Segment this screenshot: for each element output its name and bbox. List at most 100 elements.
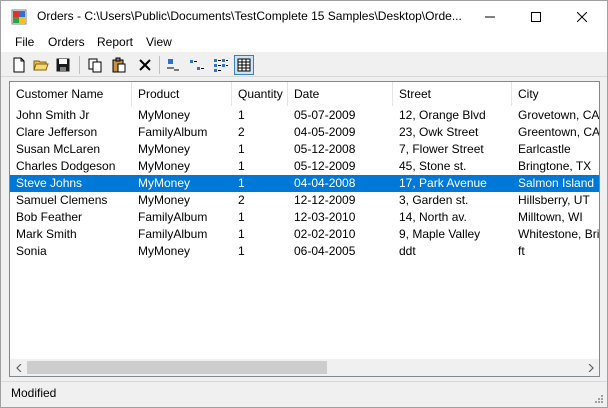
column-header-city[interactable]: City [512,82,599,106]
chevron-right-icon [588,363,594,372]
cell-city: Greentown, CA [518,125,600,139]
list-view-icon [214,59,228,72]
minimize-icon [485,16,495,17]
cell-quantity: 1 [238,210,245,224]
open-button[interactable] [31,55,51,75]
table-row[interactable]: Charles Dodgeson MyMoney 1 05-12-2009 45… [10,158,599,175]
details-view-icon [237,58,251,72]
cell-street: 9, Maple Valley [399,227,481,241]
cell-street: 3, Garden st. [399,193,469,207]
small-icons-button[interactable] [187,55,207,75]
orders-list[interactable]: Customer Name Product Quantity Date Stre… [9,81,600,377]
column-header-quantity[interactable]: Quantity [232,82,288,106]
cell-city: ft [518,244,525,258]
horizontal-scrollbar[interactable] [10,359,599,376]
close-button[interactable] [559,1,605,32]
table-row[interactable]: Susan McLaren MyMoney 1 05-12-2008 7, Fl… [10,141,599,158]
table-row-selected[interactable]: Steve Johns MyMoney 1 04-04-2008 17, Par… [10,175,599,192]
scroll-left-button[interactable] [10,359,27,376]
menu-view[interactable]: View [146,35,172,49]
cell-date: 12-12-2009 [294,193,356,207]
cell-quantity: 1 [238,244,245,258]
cell-date: 12-03-2010 [294,210,356,224]
save-button[interactable] [53,55,73,75]
cell-quantity: 1 [238,142,245,156]
status-bar: Modified [1,381,607,407]
cell-quantity: 2 [238,125,245,139]
save-icon [56,58,70,72]
menu-orders[interactable]: Orders [48,35,85,49]
cell-quantity: 1 [238,176,245,190]
cell-product: FamilyAlbum [138,227,208,241]
cell-city: Bringtone, TX [518,159,592,173]
orders-window: Orders - C:\Users\Public\Documents\TestC… [0,0,608,408]
cell-customer-name: Mark Smith [16,227,77,241]
column-header-date[interactable]: Date [288,82,393,106]
cell-product: MyMoney [138,244,191,258]
cell-street: ddt [399,244,416,258]
scroll-thumb[interactable] [27,361,327,374]
delete-icon [139,59,151,71]
scroll-right-button[interactable] [582,359,599,376]
cell-customer-name: John Smith Jr [16,108,90,122]
cell-city: Whitestone, Britis [518,227,600,241]
column-header-product[interactable]: Product [132,82,232,106]
cell-street: 45, Stone st. [399,159,467,173]
copy-button[interactable] [85,55,105,75]
menu-file[interactable]: File [15,35,34,49]
open-folder-icon [33,60,49,71]
cell-quantity: 2 [238,193,245,207]
list-view-button[interactable] [211,55,231,75]
cell-customer-name: Bob Feather [16,210,83,224]
title-bar[interactable]: Orders - C:\Users\Public\Documents\TestC… [1,1,607,32]
table-row[interactable]: Clare Jefferson FamilyAlbum 2 04-05-2009… [10,124,600,141]
cell-date: 05-12-2009 [294,159,356,173]
cell-product: MyMoney [138,142,191,156]
cell-date: 06-04-2005 [294,244,356,258]
cell-date: 05-07-2009 [294,108,356,122]
cell-product: MyMoney [138,159,191,173]
table-row[interactable]: Bob Feather FamilyAlbum 1 12-03-2010 14,… [10,209,599,226]
delete-button[interactable] [135,55,155,75]
cell-customer-name: Clare Jefferson [16,125,98,139]
table-row[interactable]: Sonia MyMoney 1 06-04-2005 ddt ft [10,243,599,260]
cell-street: 7, Flower Street [399,142,484,156]
cell-customer-name: Sonia [16,244,47,258]
menu-bar: File Orders Report View [1,32,607,52]
cell-date: 04-04-2008 [294,176,356,190]
paste-icon [112,57,126,73]
cell-street: 14, North av. [399,210,467,224]
cell-quantity: 1 [238,227,245,241]
app-icon [11,9,27,25]
cell-street: 23, Owk Street [399,125,479,139]
table-row[interactable]: Samuel Clemens MyMoney 2 12-12-2009 3, G… [10,192,599,209]
cell-date: 05-12-2008 [294,142,356,156]
cell-product: FamilyAlbum [138,210,208,224]
cell-city: Hillsberry, UT [518,193,590,207]
small-icons-icon [190,60,204,70]
toolbar [1,53,607,77]
toolbar-separator [79,56,80,74]
cell-street: 12, Orange Blvd [399,108,486,122]
cell-product: MyMoney [138,108,191,122]
large-icons-button[interactable] [163,55,183,75]
column-header-customer-name[interactable]: Customer Name [10,82,132,106]
cell-city: Salmon Island [518,176,595,190]
paste-button[interactable] [109,55,129,75]
cell-city: Milltown, WI [518,210,583,224]
minimize-button[interactable] [467,1,513,32]
details-view-button[interactable] [234,55,254,75]
cell-product: FamilyAlbum [138,125,208,139]
table-row[interactable]: Mark Smith FamilyAlbum 1 02-02-2010 9, M… [10,226,600,243]
menu-report[interactable]: Report [97,35,133,49]
column-header-row: Customer Name Product Quantity Date Stre… [10,82,599,106]
resize-grip-icon[interactable] [594,394,604,404]
maximize-button[interactable] [513,1,559,32]
table-row[interactable]: John Smith Jr MyMoney 1 05-07-2009 12, O… [10,107,599,124]
cell-quantity: 1 [238,108,245,122]
window-title: Orders - C:\Users\Public\Documents\TestC… [37,9,462,23]
new-button[interactable] [9,55,29,75]
cell-customer-name: Susan McLaren [16,142,101,156]
column-header-street[interactable]: Street [393,82,512,106]
maximize-icon [531,11,541,22]
